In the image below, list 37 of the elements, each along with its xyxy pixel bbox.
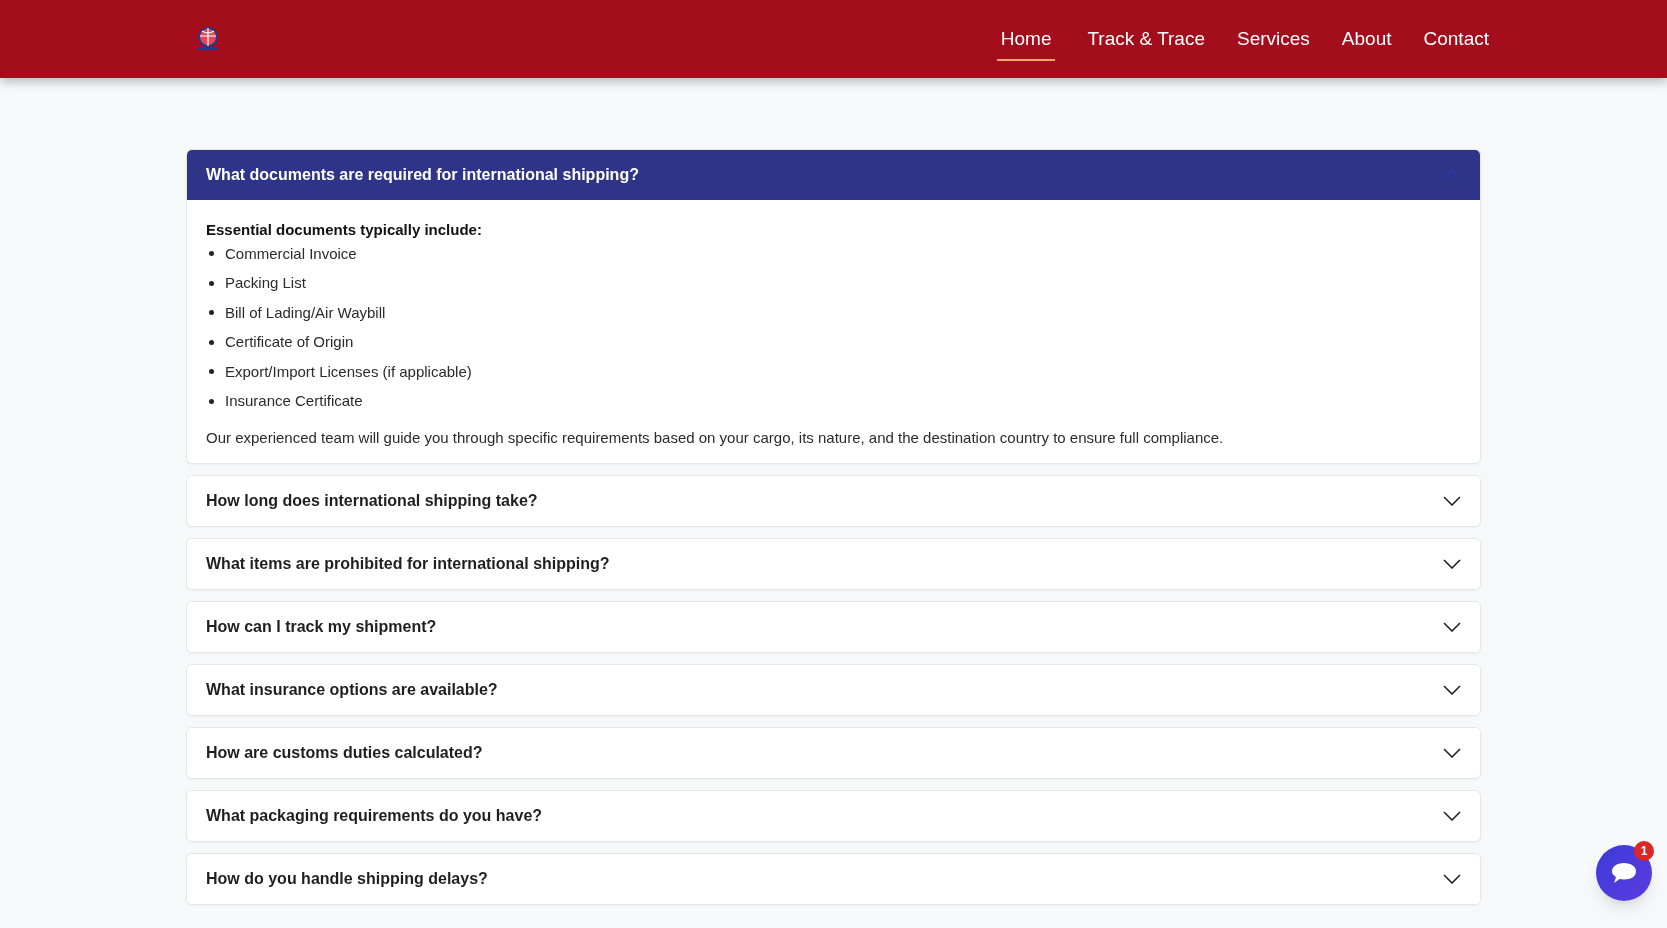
nav-link[interactable]: Contact — [1423, 16, 1489, 62]
chevron-down-icon — [1443, 622, 1461, 632]
bullet-icon — [209, 339, 214, 345]
nav-link[interactable]: About — [1341, 16, 1392, 62]
chevron-down-icon — [1443, 496, 1461, 506]
bullet-icon — [209, 251, 214, 257]
document-item: Bill of Lading/Air Waybill — [225, 302, 386, 323]
nav-link[interactable]: Services — [1237, 16, 1310, 62]
chevron-up-icon — [1443, 170, 1461, 180]
document-item: Certificate of Origin — [225, 332, 354, 352]
answer-text: Our experienced team will guide you through specific requirements based on your cargo, its nature, and the destination country to ensure full compliance. — [206, 427, 1224, 448]
chevron-down-icon — [1443, 874, 1461, 884]
chat-bubble-icon — [1610, 860, 1638, 886]
faq-question[interactable]: How can I track my shipment? — [187, 602, 1480, 652]
document-item: Packing List — [225, 273, 306, 293]
notification-badge: 1 — [1634, 841, 1654, 861]
faq-question[interactable]: What documents are required for international shipping? — [187, 150, 1480, 200]
faq-question[interactable]: How do you handle shipping delays? — [187, 854, 1480, 904]
chevron-down-icon — [1443, 559, 1461, 569]
faq-question[interactable]: What insurance options are available? — [187, 665, 1480, 715]
faq-question[interactable]: What packaging requirements do you have? — [187, 791, 1480, 841]
faq-question[interactable]: How long does international shipping take? — [187, 476, 1480, 526]
bullet-icon — [209, 280, 214, 286]
nav-link[interactable]: Home — [996, 16, 1056, 62]
document-item: Insurance Certificate — [225, 391, 363, 411]
answer-intro: Essential documents typically include: — [206, 220, 482, 240]
bullet-icon — [209, 398, 214, 404]
document-item: Commercial Invoice — [225, 243, 357, 264]
chevron-down-icon — [1443, 748, 1461, 758]
chevron-down-icon — [1443, 685, 1461, 695]
faq-question[interactable]: How are customs duties calculated? — [187, 728, 1480, 778]
bullet-icon — [209, 369, 214, 375]
document-item: Export/Import Licenses (if applicable) — [225, 361, 472, 382]
bullet-icon — [209, 310, 214, 316]
nav-link[interactable]: Track & Trace — [1087, 16, 1205, 62]
faq-question[interactable]: What items are prohibited for international shipping? — [187, 539, 1480, 589]
chevron-down-icon — [1443, 811, 1461, 821]
